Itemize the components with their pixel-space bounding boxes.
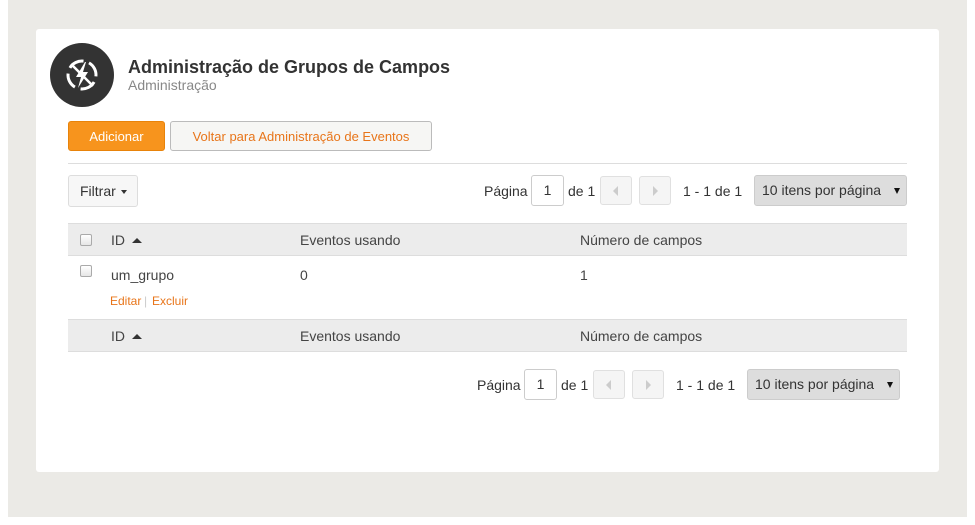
- items-per-page-select[interactable]: 10 itens por página: [747, 369, 900, 400]
- chevron-right-icon: [653, 186, 658, 196]
- page-label: Página: [477, 377, 521, 393]
- items-per-page-select[interactable]: 10 itens por página: [754, 175, 907, 206]
- select-all-checkbox[interactable]: [80, 234, 92, 246]
- pagination-bottom: Página 1 de 1 1 - 1 de 1 10 itens por pá…: [477, 369, 900, 401]
- link-separator: |: [144, 294, 148, 308]
- items-per-page-value: 10 itens por página: [755, 376, 875, 392]
- lightning-bolt-icon: [50, 43, 114, 107]
- content-panel: Administração de Grupos de Campos Admini…: [36, 29, 939, 472]
- cell-numero-campos: 1: [580, 267, 588, 283]
- column-footer-campos[interactable]: Número de campos: [580, 328, 702, 344]
- divider: [68, 163, 907, 164]
- chevron-right-icon: [646, 380, 651, 390]
- next-page-button[interactable]: [632, 370, 664, 399]
- pagination-top: Página 1 de 1 1 - 1 de 1 10 itens por pá…: [484, 175, 907, 207]
- prev-page-button[interactable]: [600, 176, 632, 205]
- page-total-label: de 1: [568, 183, 596, 199]
- column-footer-id[interactable]: ID: [111, 328, 142, 344]
- next-page-button[interactable]: [639, 176, 671, 205]
- edit-link[interactable]: Editar: [110, 294, 141, 308]
- filter-label: Filtrar: [80, 183, 116, 199]
- sort-ascending-icon: [132, 334, 142, 339]
- add-button[interactable]: Adicionar: [68, 121, 165, 151]
- chevron-left-icon: [606, 380, 611, 390]
- cell-id: um_grupo: [111, 267, 175, 283]
- table-footer-header: ID Eventos usando Número de campos: [68, 319, 907, 352]
- prev-page-button[interactable]: [593, 370, 625, 399]
- row-checkbox[interactable]: [80, 265, 92, 277]
- column-header-eventos[interactable]: Eventos usando: [300, 232, 400, 248]
- back-to-events-button[interactable]: Voltar para Administração de Eventos: [170, 121, 432, 151]
- items-per-page-value: 10 itens por página: [762, 182, 882, 198]
- dropdown-arrow-icon: [894, 188, 900, 194]
- page-range: 1 - 1 de 1: [676, 377, 736, 393]
- page-label: Página: [484, 183, 528, 199]
- chevron-left-icon: [613, 186, 618, 196]
- page-number-input[interactable]: 1: [524, 369, 557, 400]
- filter-dropdown[interactable]: Filtrar: [68, 175, 138, 207]
- page-total-label: de 1: [561, 377, 589, 393]
- table-header: ID Eventos usando Número de campos: [68, 223, 907, 256]
- page-title: Administração de Grupos de Campos: [128, 57, 451, 77]
- column-header-campos[interactable]: Número de campos: [580, 232, 702, 248]
- column-header-id[interactable]: ID: [111, 232, 142, 248]
- page-number-input[interactable]: 1: [531, 175, 564, 206]
- dropdown-arrow-icon: [887, 382, 893, 388]
- caret-down-icon: [121, 190, 127, 194]
- sort-ascending-icon: [132, 238, 142, 243]
- cell-eventos-usando: 0: [300, 267, 308, 283]
- delete-link[interactable]: Excluir: [152, 294, 188, 308]
- column-footer-eventos[interactable]: Eventos usando: [300, 328, 400, 344]
- page-subtitle: Administração: [128, 77, 217, 93]
- page-range: 1 - 1 de 1: [683, 183, 743, 199]
